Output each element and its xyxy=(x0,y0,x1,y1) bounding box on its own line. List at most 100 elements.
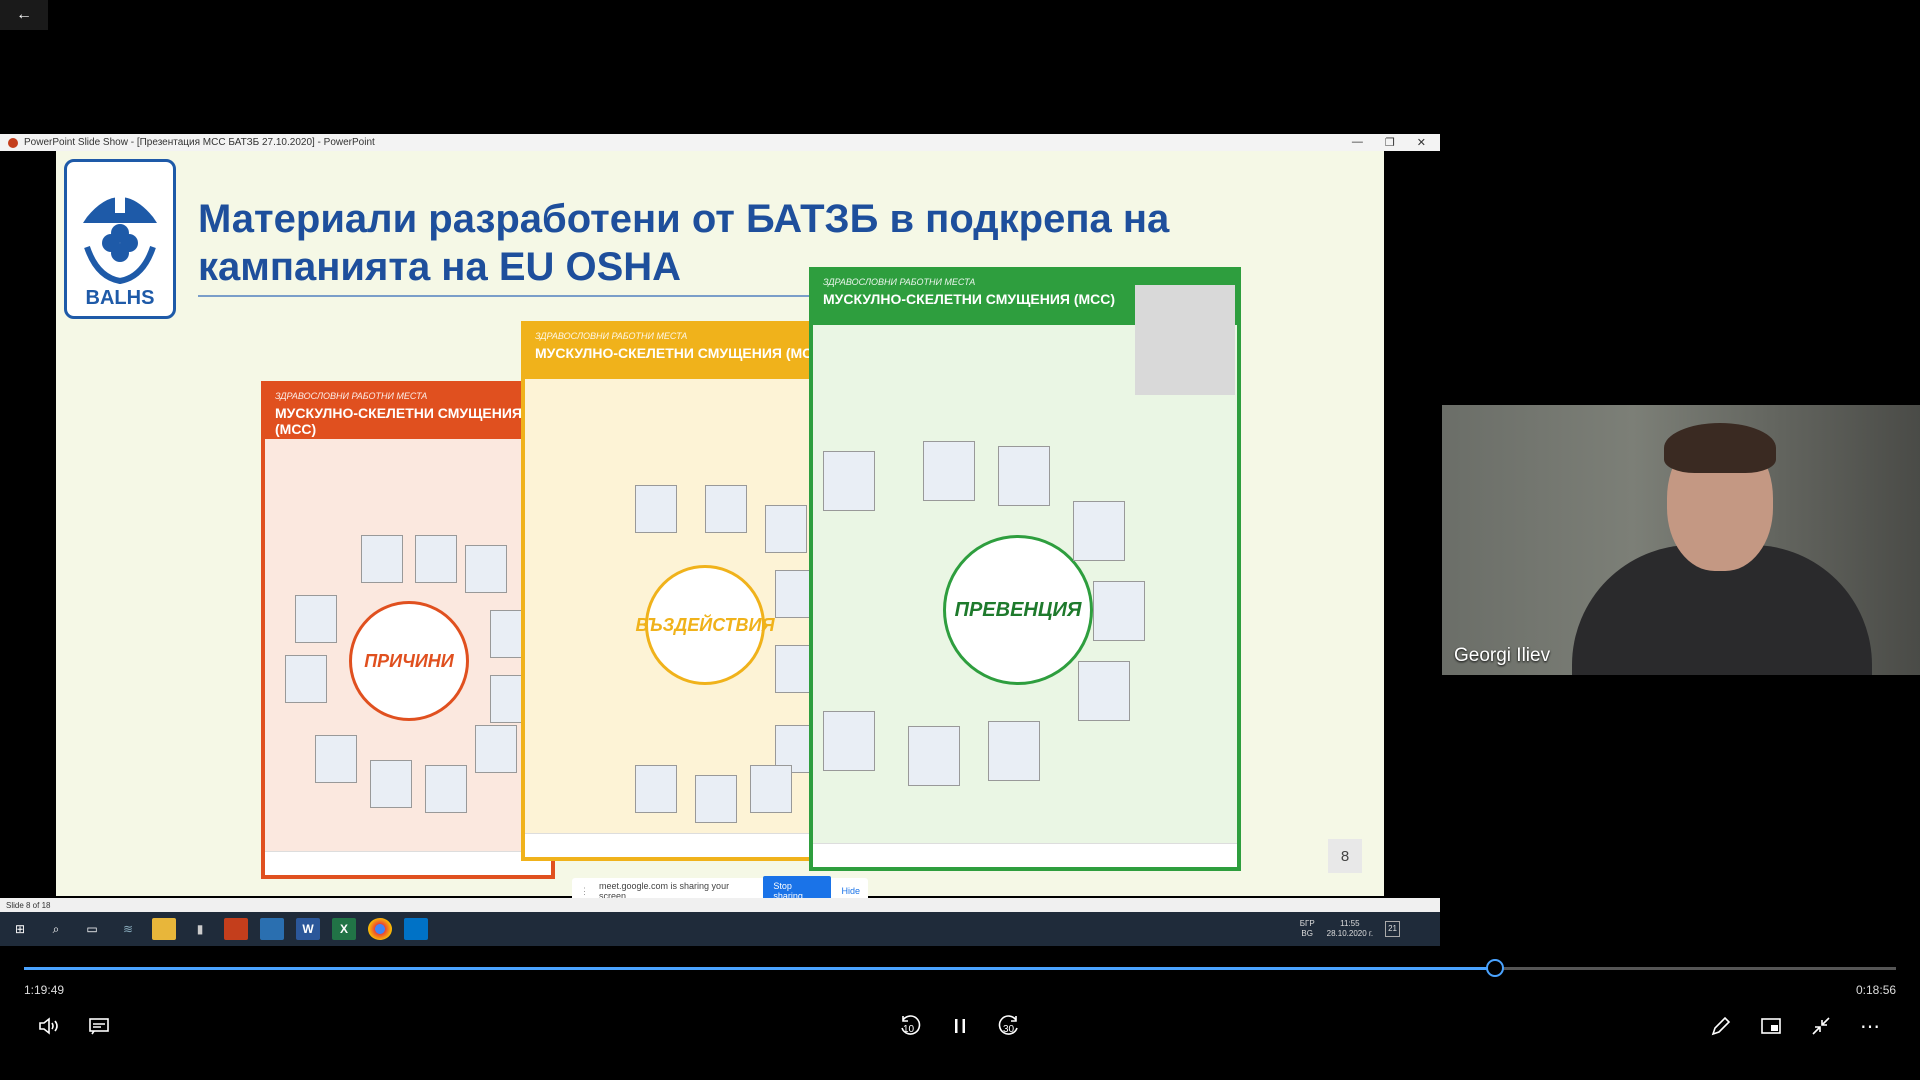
minimize-button[interactable]: — xyxy=(1352,136,1363,149)
mini-view-button[interactable] xyxy=(1755,1010,1787,1042)
skip-forward-seconds: 30 xyxy=(1003,1024,1015,1035)
captions-button[interactable] xyxy=(83,1010,115,1042)
close-window-button[interactable]: ✕ xyxy=(1417,136,1426,149)
monitor-app-icon[interactable] xyxy=(260,918,284,940)
illustration xyxy=(1073,501,1125,561)
remaining-time: 0:18:56 xyxy=(1856,983,1897,997)
illustration xyxy=(475,725,517,773)
illustration xyxy=(635,765,677,813)
exit-fullscreen-icon xyxy=(1812,1017,1830,1035)
participant-tile[interactable]: Georgi Iliev xyxy=(1442,405,1920,675)
poster-causes: ЗДРАВОСЛОВНИ РАБОТНИ МЕСТА МУСКУЛНО-СКЕЛ… xyxy=(261,381,555,879)
illustration xyxy=(425,765,467,813)
powerpoint-statusbar: Slide 8 of 18 xyxy=(0,898,1440,912)
back-button[interactable]: ← xyxy=(0,0,48,30)
illustration xyxy=(370,760,412,808)
illustration xyxy=(315,735,357,783)
network-app-icon[interactable]: ≋ xyxy=(116,918,140,940)
powerpoint-taskbar-icon[interactable] xyxy=(224,918,248,940)
drag-handle-icon[interactable]: ⋮ xyxy=(580,886,589,897)
illustration xyxy=(415,535,457,583)
illustration xyxy=(635,485,677,533)
skip-back-seconds: 10 xyxy=(903,1024,915,1035)
language-code: BG xyxy=(1301,929,1313,938)
poster-header-sub: ЗДРАВОСЛОВНИ РАБОТНИ МЕСТА xyxy=(275,391,428,401)
balhs-logo: BALHS xyxy=(64,159,176,319)
task-view-icon[interactable]: ▭ xyxy=(80,918,104,940)
pencil-icon xyxy=(1711,1016,1731,1036)
poster-hub: ПРИЧИНИ xyxy=(349,601,469,721)
illustration xyxy=(923,441,975,501)
poster-hub: ВЪЗДЕЙСТВИЯ xyxy=(635,565,775,685)
word-icon[interactable]: W xyxy=(296,918,320,940)
more-options-icon: ⋯ xyxy=(1860,1015,1882,1038)
powerpoint-titlebar: PowerPoint Slide Show - [Презентация МСС… xyxy=(0,134,1440,151)
notification-badge[interactable]: 21 xyxy=(1385,921,1400,937)
elapsed-time: 1:19:49 xyxy=(24,983,65,997)
powerpoint-icon xyxy=(8,137,18,148)
seek-thumb[interactable] xyxy=(1486,959,1505,977)
more-options-button[interactable]: ⋯ xyxy=(1855,1010,1887,1042)
illustration xyxy=(465,545,507,593)
illustration xyxy=(998,446,1050,506)
clock-time[interactable]: 11:55 xyxy=(1327,919,1373,929)
poster-header-sub: ЗДРАВОСЛОВНИ РАБОТНИ МЕСТА xyxy=(535,331,688,341)
restore-button[interactable]: ❐ xyxy=(1385,136,1395,149)
back-arrow-icon: ← xyxy=(16,6,32,23)
title-underline xyxy=(198,295,858,297)
illustration xyxy=(705,485,747,533)
illustration xyxy=(1078,661,1130,721)
captions-icon xyxy=(89,1018,109,1035)
logo-text: BALHS xyxy=(85,287,155,309)
outlook-icon[interactable] xyxy=(404,918,428,940)
participant-hair xyxy=(1664,423,1776,473)
helmet-clover-icon xyxy=(83,191,157,285)
slide: BALHS Материали разработени от БАТЗБ в п… xyxy=(56,151,1384,896)
clock-date: 28.10.2020 г. xyxy=(1326,929,1374,938)
slide-counter: Slide 8 of 18 xyxy=(6,900,51,910)
system-tray: БГР BG 11:55 28.10.2020 г. 21 xyxy=(1300,919,1400,939)
file-explorer-icon[interactable] xyxy=(152,918,176,940)
volume-icon xyxy=(39,1017,58,1035)
illustration xyxy=(750,765,792,813)
volume-button[interactable] xyxy=(33,1010,65,1042)
illustration xyxy=(988,721,1040,781)
poster-effects: ЗДРАВОСЛОВНИ РАБОТНИ МЕСТА МУСКУЛНО-СКЕЛ… xyxy=(521,321,847,861)
pause-button[interactable] xyxy=(944,1010,976,1042)
illustration xyxy=(295,595,337,643)
mini-view-icon xyxy=(1761,1018,1781,1034)
illustration xyxy=(1093,581,1145,641)
illustration xyxy=(765,505,807,553)
shared-screen: PowerPoint Slide Show - [Презентация МСС… xyxy=(0,134,1440,946)
edit-button[interactable] xyxy=(1705,1010,1737,1042)
poster-header-main: МУСКУЛНО-СКЕЛЕТНИ СМУЩЕНИЯ (МСС) xyxy=(275,405,522,437)
skip-back-button[interactable]: 10 xyxy=(893,1010,925,1042)
poster-prevention: ЗДРАВОСЛОВНИ РАБОТНИ МЕСТА МУСКУЛНО-СКЕЛ… xyxy=(809,267,1241,871)
seek-bar[interactable] xyxy=(24,959,1896,977)
skip-forward-button[interactable]: 30 xyxy=(994,1010,1026,1042)
hide-button[interactable]: Hide xyxy=(841,886,860,896)
illustration xyxy=(823,451,875,511)
language-indicator[interactable]: БГР xyxy=(1300,919,1315,929)
slide-number: 8 xyxy=(1328,839,1362,873)
pause-icon xyxy=(955,1019,965,1033)
exit-fullscreen-button[interactable] xyxy=(1805,1010,1837,1042)
illustration xyxy=(695,775,737,823)
poster-hub: ПРЕВЕНЦИЯ xyxy=(943,535,1093,685)
participant-name: Georgi Iliev xyxy=(1454,645,1551,666)
poster-header-main: МУСКУЛНО-СКЕЛЕТНИ СМУЩЕНИЯ (МСС) xyxy=(535,345,828,361)
search-icon[interactable]: ⌕ xyxy=(44,918,68,940)
excel-icon[interactable]: X xyxy=(332,918,356,940)
illustration xyxy=(908,726,960,786)
illustration xyxy=(285,655,327,703)
window-title: PowerPoint Slide Show - [Презентация МСС… xyxy=(24,137,375,148)
recycle-bin-icon[interactable]: ▮ xyxy=(188,918,212,940)
illustration xyxy=(361,535,403,583)
poster-text-block xyxy=(1135,285,1235,395)
windows-taskbar: ⊞ ⌕ ▭ ≋ ▮ W X БГР BG 11:55 28.10.2020 г.… xyxy=(0,912,1440,946)
start-icon[interactable]: ⊞ xyxy=(8,918,32,940)
seek-progress xyxy=(24,967,1496,970)
poster-footer xyxy=(813,843,1237,867)
poster-footer xyxy=(265,851,551,875)
chrome-icon[interactable] xyxy=(368,918,392,940)
